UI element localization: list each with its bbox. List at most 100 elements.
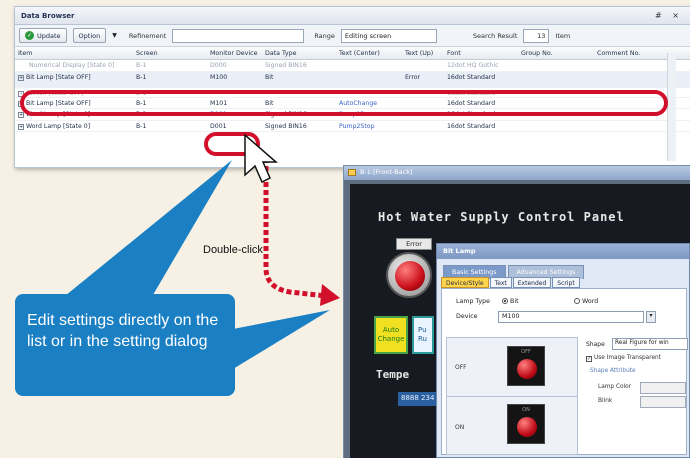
cell-font[interactable]: 16dot Standard: [444, 72, 518, 87]
off-state-preview[interactable]: OFF: [507, 346, 545, 386]
lamp-type-bit-label: Bit: [510, 298, 519, 305]
cell-data-type[interactable]: Bit: [262, 72, 336, 87]
data-browser-window: Data Browser # × ✓ Update Option ▼ Refin…: [14, 6, 690, 168]
cell-data-type[interactable]: Signed BIN16: [262, 60, 336, 71]
update-button-label: Update: [37, 31, 61, 40]
lamp-type-word-label: Word: [582, 298, 599, 305]
table-row[interactable]: + Word Lamp [State 0] B-1 D001 Signed BIN…: [15, 121, 690, 132]
shape-label: Shape: [586, 341, 605, 348]
cell-text-center[interactable]: [336, 60, 402, 71]
column-header-monitor-device[interactable]: Monitor Device: [207, 47, 262, 59]
pump-run-lamp[interactable]: Pu Ru: [412, 316, 434, 354]
cell-screen[interactable]: B-1: [133, 72, 207, 87]
pump-label-line1: Pu: [418, 326, 427, 334]
table-row[interactable]: Numerical Display [State 0] B-1 D000 Sig…: [15, 60, 690, 72]
update-button[interactable]: ✓ Update: [19, 28, 67, 43]
cell-item[interactable]: + Word Lamp [State 0]: [15, 121, 133, 132]
device-dropdown-button[interactable]: ▾: [646, 311, 656, 323]
expand-icon[interactable]: +: [18, 112, 24, 118]
screen-editor-title: B-1:[Front-Back]: [360, 168, 413, 176]
highlight-row-outline: [20, 90, 668, 116]
column-header-data-type[interactable]: Data Type: [262, 47, 336, 59]
cell-screen[interactable]: B-1: [133, 121, 207, 132]
chevron-down-icon[interactable]: ▼: [112, 32, 117, 39]
radio-icon: [574, 298, 580, 304]
column-header-item[interactable]: Item: [15, 47, 133, 59]
preview-on-text: ON: [522, 407, 530, 413]
bit-lamp-dialog: Bit Lamp Basic Settings Advanced Setting…: [436, 243, 690, 458]
table-row[interactable]: + Bit Lamp [State OFF] B-1 M100 Bit Error…: [15, 71, 690, 88]
temperature-display[interactable]: 8888 234: [398, 392, 438, 406]
shape-select[interactable]: Real Figure for win: [612, 338, 688, 350]
refresh-icon: ✓: [25, 31, 34, 40]
error-label: Error: [396, 238, 432, 250]
state-off-label: OFF: [455, 364, 467, 371]
expand-icon[interactable]: +: [18, 123, 24, 130]
cell-text-up[interactable]: [402, 121, 444, 132]
range-label: Range: [314, 31, 335, 40]
search-result-count: 13: [523, 28, 550, 43]
range-select[interactable]: Editing screen: [340, 28, 437, 43]
refinement-label: Refinement: [128, 31, 167, 40]
lamp-color-picker[interactable]: [640, 382, 686, 394]
on-state-preview[interactable]: ON: [507, 404, 545, 444]
cell-text-center[interactable]: [336, 72, 402, 87]
column-header-comment-no[interactable]: Comment No.: [594, 47, 664, 59]
auto-change-switch[interactable]: Auto Change: [374, 316, 408, 354]
callout-box: Edit settings directly on the list or in…: [15, 294, 235, 396]
cell-monitor-device[interactable]: D000: [207, 60, 262, 71]
state-on-label: ON: [455, 424, 465, 431]
blink-select[interactable]: [640, 396, 686, 408]
lamp-color-label: Lamp Color: [598, 384, 632, 390]
device-label: Device: [456, 313, 478, 320]
tab-device-style[interactable]: Device/Style: [441, 277, 489, 288]
lamp-type-bit-radio[interactable]: Bit: [502, 298, 519, 305]
refinement-input[interactable]: [172, 28, 305, 43]
red-lamp-icon: [395, 261, 425, 291]
use-transparent-label: Use Image Transparent: [594, 355, 661, 361]
cell-monitor-device[interactable]: M100: [207, 72, 262, 87]
column-header-group-no[interactable]: Group No.: [518, 47, 594, 59]
vertical-scrollbar[interactable]: [667, 53, 676, 161]
double-click-arrow: [263, 158, 327, 299]
tab-extended[interactable]: Extended: [512, 277, 552, 288]
data-browser-title: Data Browser: [21, 11, 75, 20]
checkbox-checked-icon: ✓: [586, 356, 592, 362]
window-controls[interactable]: # ×: [655, 11, 683, 20]
cell-font[interactable]: 16dot Standard: [444, 121, 518, 132]
cell-text-center[interactable]: Pump2Stop: [336, 121, 402, 132]
cell-text-up[interactable]: [402, 60, 444, 71]
device-input[interactable]: M100: [498, 311, 644, 323]
data-browser-titlebar: Data Browser: [15, 7, 690, 25]
option-button[interactable]: Option: [72, 28, 107, 43]
preview-off-text: OFF: [521, 349, 531, 355]
chevron-down-icon: ▾: [649, 312, 653, 319]
callout-pointer-right: [228, 310, 330, 372]
screen-editor-titlebar: B-1:[Front-Back]: [344, 166, 690, 180]
cell-item[interactable]: + Bit Lamp [State OFF]: [15, 72, 133, 87]
error-lamp-object[interactable]: Error: [386, 238, 436, 318]
column-header-screen[interactable]: Screen: [133, 47, 207, 59]
lamp-type-word-radio[interactable]: Word: [574, 298, 598, 305]
expand-icon[interactable]: +: [18, 74, 24, 81]
cell-monitor-device[interactable]: D001: [207, 121, 262, 132]
shape-attribute-group-label: Shape Attribute: [590, 368, 636, 374]
items-label: Item: [555, 31, 571, 40]
cell-data-type[interactable]: Signed BIN16: [262, 121, 336, 132]
blink-label: Blink: [598, 398, 613, 404]
cell-text-up[interactable]: Error: [402, 72, 444, 87]
data-browser-toolbar: ✓ Update Option ▼ Refinement Range Editi…: [15, 25, 690, 47]
tab-text[interactable]: Text: [489, 277, 512, 288]
column-header-text-up[interactable]: Text (Up): [402, 47, 444, 59]
column-header-font[interactable]: Font: [444, 47, 518, 59]
use-transparent-checkbox[interactable]: ✓ Use Image Transparent: [586, 355, 661, 362]
temperature-label: Tempe: [376, 368, 410, 381]
cell-item-label: Bit Lamp [State OFF]: [26, 73, 91, 81]
cell-font[interactable]: 12dot HQ Gothic: [444, 60, 518, 71]
auto-label-line2: Change: [377, 335, 405, 343]
cell-screen[interactable]: B-1: [133, 60, 207, 71]
cell-item[interactable]: Numerical Display [State 0]: [15, 60, 133, 71]
column-header-text-center[interactable]: Text (Center): [336, 47, 402, 59]
tab-script[interactable]: Script: [552, 277, 580, 288]
option-button-label: Option: [78, 31, 101, 40]
